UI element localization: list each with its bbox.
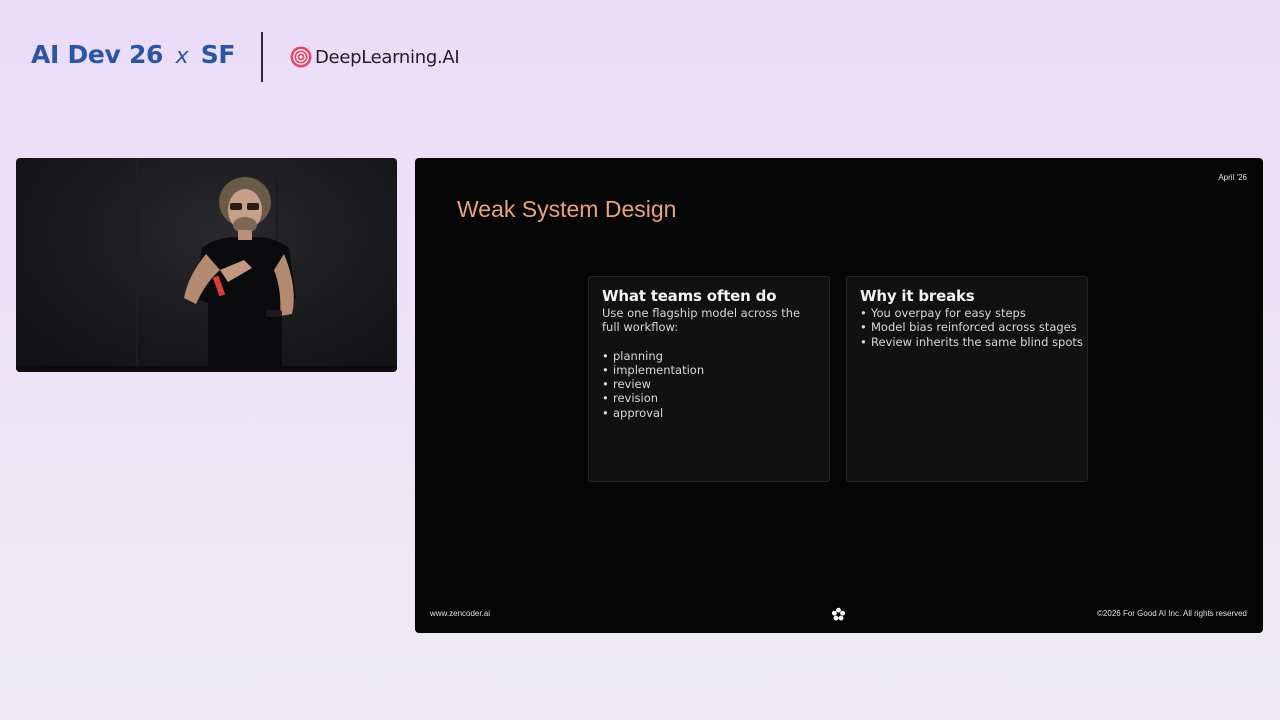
deeplearning-ai-logo-text: DeepLearning.AI (315, 46, 460, 68)
event-header: AI Dev 26 x SF DeepLearning.AI (0, 0, 1280, 115)
bullet-item: You overpay for easy steps (860, 306, 1074, 321)
event-name: AI Dev 26 (31, 40, 164, 69)
card-intro: Use one flagship model across the full w… (602, 306, 801, 335)
slide-date: April '26 (1218, 173, 1247, 182)
card-bullet-list: planning implementation review revision … (602, 349, 816, 421)
zencoder-flower-icon (831, 607, 846, 621)
bullet-item: implementation (602, 363, 816, 378)
header-divider (261, 32, 263, 82)
bullet-item: approval (602, 406, 816, 421)
bullet-item: Review inherits the same blind spots (860, 335, 1083, 350)
event-logo: AI Dev 26 x SF (31, 40, 235, 69)
card-title: Why it breaks (860, 287, 975, 305)
slide-footer-copyright: ©2026 For Good AI Inc. All rights reserv… (1097, 609, 1247, 618)
deeplearning-ai-logo-mark-icon (290, 46, 312, 68)
event-city: SF (200, 40, 236, 69)
card-what-teams-do: What teams often do Use one flagship mod… (588, 276, 830, 482)
bullet-item: Model bias reinforced across stages (860, 320, 1077, 335)
speaker-video (16, 158, 397, 372)
slide-title: Weak System Design (457, 196, 677, 222)
speaker-figure (16, 158, 397, 372)
bullet-item: revision (602, 391, 816, 406)
presentation-slide: April '26 Weak System Design What teams … (415, 158, 1263, 633)
bullet-item: review (602, 377, 816, 392)
deeplearning-ai-logo: DeepLearning.AI (290, 44, 460, 70)
card-title: What teams often do (602, 287, 777, 305)
card-why-it-breaks: Why it breaks You overpay for easy steps… (846, 276, 1088, 482)
card-bullet-list: You overpay for easy steps Model bias re… (860, 306, 1083, 350)
event-x-separator: x (175, 44, 189, 69)
bullet-item: planning (602, 349, 816, 364)
slide-footer-url: www.zencoder.ai (430, 609, 491, 618)
